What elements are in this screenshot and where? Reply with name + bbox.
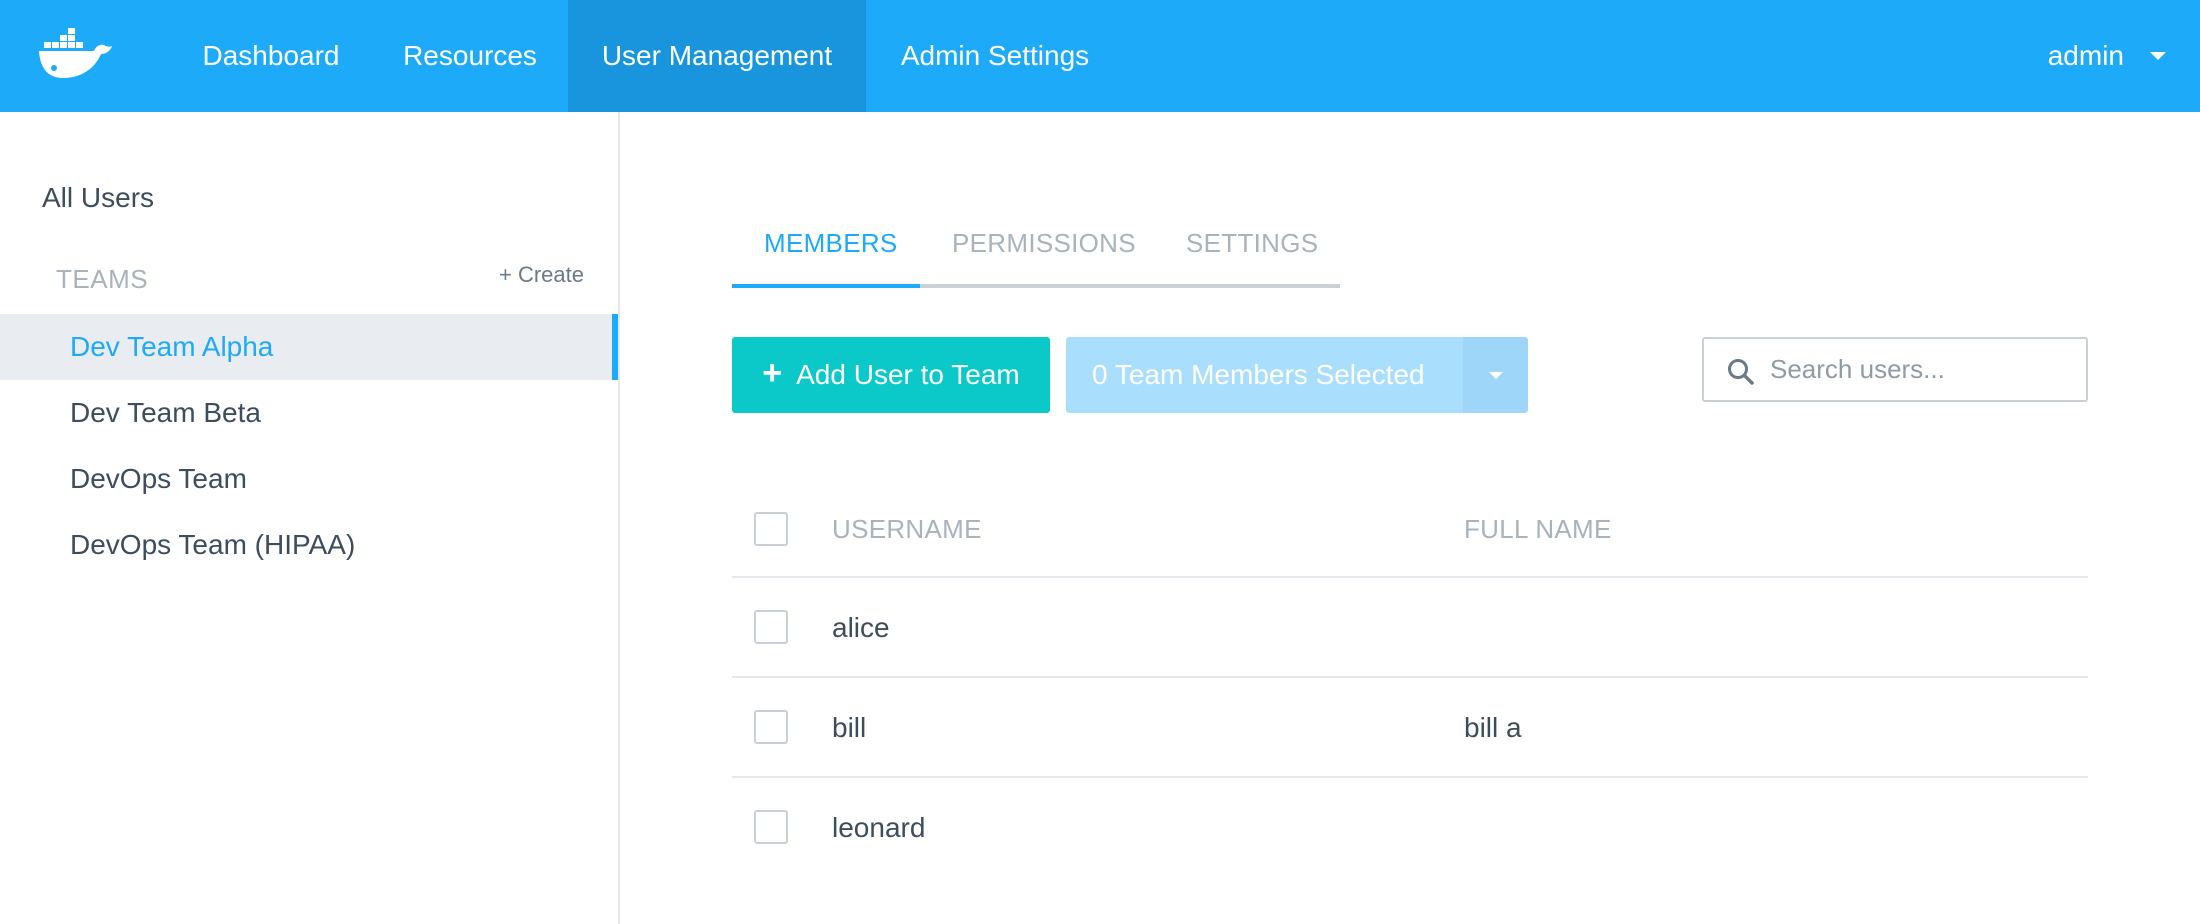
table-header-row: USERNAME FULL NAME [732,480,2088,578]
top-nav-bar: Dashboard Resources User Management Admi… [0,0,2200,112]
cell-full-name: bill a [1464,712,1522,743]
row-checkbox[interactable] [754,810,788,844]
cell-username: bill [832,712,867,743]
user-name: admin [2047,40,2124,71]
search-users-input[interactable] [1770,339,2080,400]
nav-dashboard[interactable]: Dashboard [178,0,364,112]
team-tabs: MEMBERS PERMISSIONS SETTINGS [732,218,1340,288]
create-team-link[interactable]: + Create [499,262,584,288]
search-icon [1728,359,1754,385]
active-tab-indicator [732,284,920,288]
nav-resources[interactable]: Resources [380,0,560,112]
tab-permissions[interactable]: PERMISSIONS [952,228,1136,259]
teams-section-label: TEAMS [56,264,149,294]
select-all-checkbox[interactable] [754,512,788,546]
selected-members-button[interactable]: 0 Team Members Selected [1066,337,1463,413]
search-box [1702,337,2088,402]
tab-settings[interactable]: SETTINGS [1186,228,1318,259]
sidebar-item-all-users[interactable]: All Users [42,182,154,214]
selected-members-dropdown-button[interactable] [1463,337,1528,413]
column-header-full-name[interactable]: FULL NAME [1464,480,1612,578]
user-menu[interactable]: admin [2048,0,2166,112]
docker-whale-icon[interactable] [38,28,112,82]
nav-admin-settings[interactable]: Admin Settings [880,0,1110,112]
sidebar: All Users TEAMS + Create Dev Team Alpha … [0,112,620,924]
tab-members[interactable]: MEMBERS [764,228,898,259]
cell-username: leonard [832,812,926,843]
row-checkbox[interactable] [754,610,788,644]
chevron-down-icon [2150,52,2166,60]
sidebar-item-dev-team-alpha[interactable]: Dev Team Alpha [0,314,618,380]
cell-username: alice [832,612,890,643]
sidebar-item-devops-team-hipaa[interactable]: DevOps Team (HIPAA) [0,512,618,578]
row-checkbox[interactable] [754,710,788,744]
column-header-username[interactable]: USERNAME [832,480,982,578]
add-user-label: Add User to Team [796,359,1020,390]
chevron-down-icon [1488,371,1503,379]
plus-icon: + [762,353,783,392]
members-table: USERNAME FULL NAME alice bill bill a leo… [732,480,2088,878]
table-row[interactable]: alice [732,578,2088,678]
sidebar-item-dev-team-beta[interactable]: Dev Team Beta [0,380,618,446]
table-row[interactable]: leonard [732,778,2088,878]
table-row[interactable]: bill bill a [732,678,2088,778]
add-user-to-team-button[interactable]: + Add User to Team [732,337,1050,413]
sidebar-item-devops-team[interactable]: DevOps Team [0,446,618,512]
nav-user-management[interactable]: User Management [568,0,866,112]
